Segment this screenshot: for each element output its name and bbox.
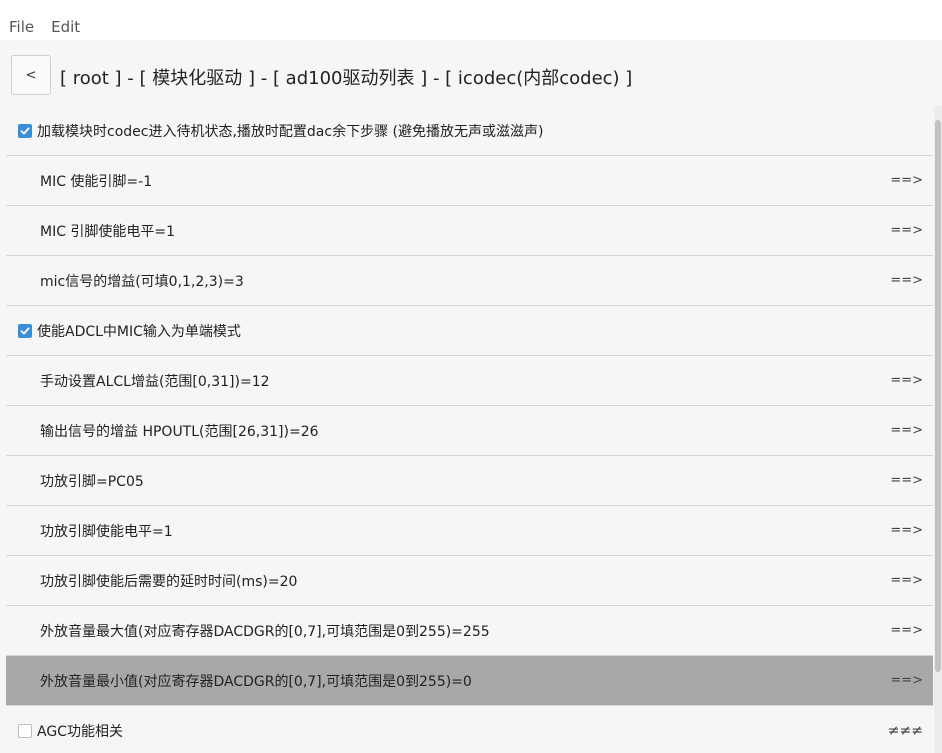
edit-arrow[interactable]: ==> bbox=[890, 373, 923, 388]
check-icon bbox=[20, 127, 30, 134]
row-label: 加载模块时codec进入待机状态,播放时配置dac余下步骤 (避免播放无声或滋滋… bbox=[37, 123, 544, 140]
row-label: 功放引脚=PC05 bbox=[40, 473, 144, 490]
row-label: MIC 使能引脚=-1 bbox=[40, 173, 153, 190]
row-label: 输出信号的增益 HPOUTL(范围[26,31])=26 bbox=[40, 423, 319, 440]
row-label: MIC 引脚使能电平=1 bbox=[40, 223, 176, 240]
menu-edit[interactable]: Edit bbox=[51, 18, 80, 36]
checkbox-row[interactable]: AGC功能相关 ≠≠≠ bbox=[6, 706, 933, 753]
edit-arrow[interactable]: ==> bbox=[890, 223, 923, 238]
param-row[interactable]: mic信号的增益(可填0,1,2,3)=3 ==> bbox=[6, 256, 933, 306]
scrollbar-thumb[interactable] bbox=[935, 120, 941, 672]
param-row[interactable]: 功放引脚=PC05 ==> bbox=[6, 456, 933, 506]
checkbox-row[interactable]: 使能ADCL中MIC输入为单端模式 bbox=[6, 306, 933, 356]
row-label: 外放音量最小值(对应寄存器DACDGR的[0,7],可填范围是0到255)=0 bbox=[40, 673, 472, 690]
row-label: 使能ADCL中MIC输入为单端模式 bbox=[37, 323, 241, 340]
param-row[interactable]: MIC 引脚使能电平=1 ==> bbox=[6, 206, 933, 256]
menu-file[interactable]: File bbox=[9, 18, 34, 36]
edit-arrow[interactable]: ==> bbox=[890, 673, 923, 688]
row-label: 手动设置ALCL增益(范围[0,31])=12 bbox=[40, 373, 270, 390]
param-row[interactable]: 手动设置ALCL增益(范围[0,31])=12 ==> bbox=[6, 356, 933, 406]
param-row[interactable]: MIC 使能引脚=-1 ==> bbox=[6, 156, 933, 206]
edit-arrow[interactable]: ==> bbox=[890, 273, 923, 288]
check-icon bbox=[20, 327, 30, 334]
row-label: AGC功能相关 bbox=[37, 723, 123, 740]
checkbox-unchecked[interactable] bbox=[18, 723, 32, 738]
checkbox-checked[interactable] bbox=[18, 323, 32, 338]
expand-indicator[interactable]: ≠≠≠ bbox=[888, 723, 923, 739]
row-label: 功放引脚使能电平=1 bbox=[40, 523, 173, 540]
navigation-row: < [ root ] - [ 模块化驱动 ] - [ ad100驱动列表 ] -… bbox=[0, 40, 942, 106]
edit-arrow[interactable]: ==> bbox=[890, 473, 923, 488]
row-label: 外放音量最大值(对应寄存器DACDGR的[0,7],可填范围是0到255)=25… bbox=[40, 623, 490, 640]
row-label: mic信号的增益(可填0,1,2,3)=3 bbox=[40, 273, 244, 290]
breadcrumb: [ root ] - [ 模块化驱动 ] - [ ad100驱动列表 ] - [… bbox=[60, 68, 633, 89]
config-list: 加载模块时codec进入待机状态,播放时配置dac余下步骤 (避免播放无声或滋滋… bbox=[6, 106, 933, 753]
checkbox-checked[interactable] bbox=[18, 123, 32, 138]
param-row[interactable]: 功放引脚使能电平=1 ==> bbox=[6, 506, 933, 556]
edit-arrow[interactable]: ==> bbox=[890, 173, 923, 188]
vertical-scrollbar[interactable] bbox=[934, 106, 942, 753]
param-row[interactable]: 输出信号的增益 HPOUTL(范围[26,31])=26 ==> bbox=[6, 406, 933, 456]
edit-arrow[interactable]: ==> bbox=[890, 523, 923, 538]
menu-bar: File Edit bbox=[0, 0, 942, 40]
edit-arrow[interactable]: ==> bbox=[890, 573, 923, 588]
edit-arrow[interactable]: ==> bbox=[890, 423, 923, 438]
back-button[interactable]: < bbox=[11, 55, 51, 95]
checkbox-row[interactable]: 加载模块时codec进入待机状态,播放时配置dac余下步骤 (避免播放无声或滋滋… bbox=[6, 106, 933, 156]
param-row[interactable]: 功放引脚使能后需要的延时时间(ms)=20 ==> bbox=[6, 556, 933, 606]
row-label: 功放引脚使能后需要的延时时间(ms)=20 bbox=[40, 573, 298, 590]
edit-arrow[interactable]: ==> bbox=[890, 623, 923, 638]
param-row[interactable]: 外放音量最小值(对应寄存器DACDGR的[0,7],可填范围是0到255)=0 =… bbox=[6, 656, 933, 706]
param-row[interactable]: 外放音量最大值(对应寄存器DACDGR的[0,7],可填范围是0到255)=25… bbox=[6, 606, 933, 656]
